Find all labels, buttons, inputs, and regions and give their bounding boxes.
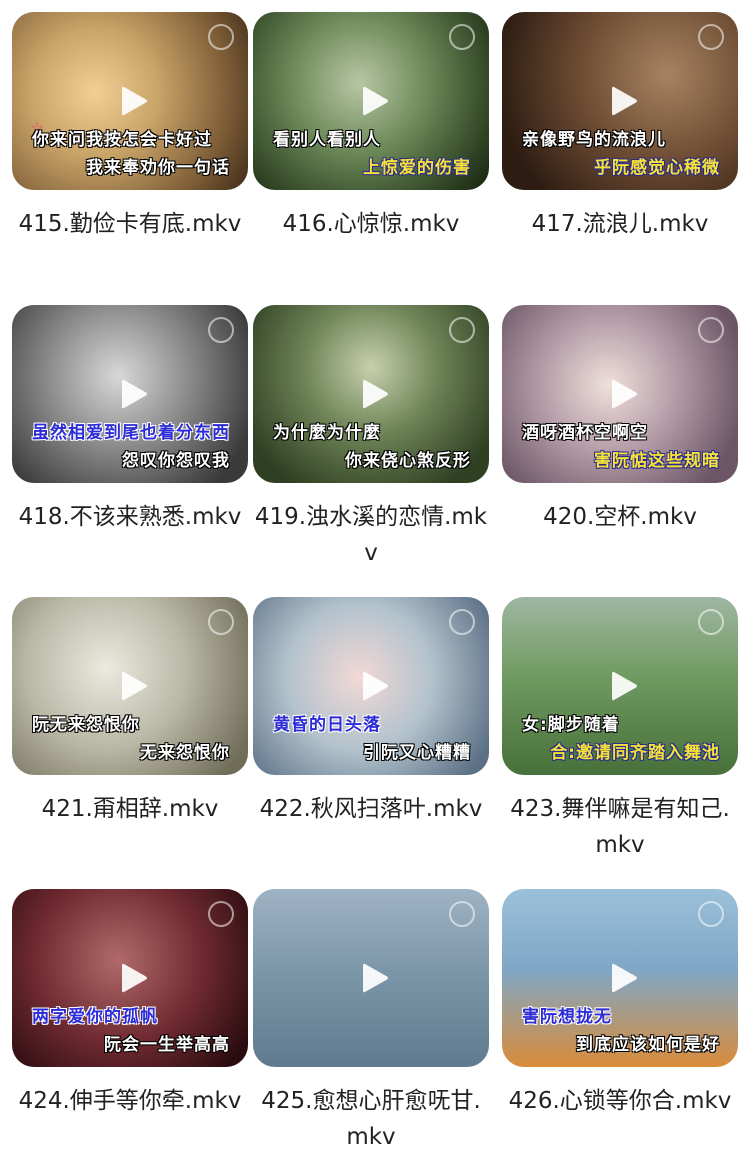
subtitle-line-2: 害阮惦这些规暗	[594, 451, 720, 471]
subtitle-line-2: 阮会一生举高高	[104, 1035, 230, 1055]
play-icon[interactable]	[357, 83, 393, 119]
video-title[interactable]: 426.心锁等你合.mkv	[502, 1083, 738, 1119]
circle-icon	[449, 24, 475, 50]
video-grid: ☆ 你来问我按怎会卡好过 我来奉劝你一句话 415.勤俭卡有底.mkv 看别人看别人 上惊…	[0, 0, 750, 1158]
video-title[interactable]: 417.流浪儿.mkv	[502, 206, 738, 242]
video-title[interactable]: 422.秋风扫落叶.mkv	[253, 791, 489, 827]
subtitle-line-1: 黄昏的日头落	[273, 715, 381, 735]
video-title[interactable]: 416.心惊惊.mkv	[253, 206, 489, 242]
circle-icon	[698, 24, 724, 50]
play-icon[interactable]	[116, 960, 152, 996]
play-icon[interactable]	[606, 960, 642, 996]
play-icon[interactable]	[357, 668, 393, 704]
video-thumbnail[interactable]: 女:脚步随着合:邀请同齐踏入舞池	[502, 597, 738, 775]
video-title[interactable]: 423.舞伴嘛是有知己.mkv	[502, 791, 738, 863]
subtitle-line-1: 虽然相爱到尾也着分东西	[32, 423, 230, 443]
video-thumbnail[interactable]: 为什麼为什麼你来侥心煞反形	[253, 305, 489, 483]
play-icon[interactable]	[606, 83, 642, 119]
circle-icon	[698, 609, 724, 635]
circle-icon	[208, 901, 234, 927]
video-thumbnail[interactable]: 阮无来怨恨你 无来怨恨你	[12, 597, 248, 775]
video-title[interactable]: 419.浊水溪的恋情.mkv	[253, 499, 489, 571]
video-title[interactable]: 420.空杯.mkv	[502, 499, 738, 535]
subtitle-line-2: 到底应该如何是好	[576, 1035, 720, 1055]
subtitle-line-1: 你来问我按怎会卡好过	[32, 130, 212, 150]
subtitle-line-1: 阮无来怨恨你	[32, 715, 140, 735]
subtitle-line-2: 乎阮感觉心稀微	[594, 158, 720, 178]
subtitle-line-2: 我来奉劝你一句话	[86, 158, 230, 178]
video-title[interactable]: 421.甭相辞.mkv	[12, 791, 248, 827]
subtitle-line-1: 两字爱你的孤帆	[32, 1007, 158, 1027]
circle-icon	[208, 609, 234, 635]
subtitle-line-2: 合:邀请同齐踏入舞池	[550, 743, 720, 763]
circle-icon	[698, 901, 724, 927]
video-thumbnail[interactable]	[253, 889, 489, 1067]
play-icon[interactable]	[116, 83, 152, 119]
circle-icon	[449, 609, 475, 635]
subtitle-line-1: 酒呀酒杯空啊空	[522, 423, 648, 443]
subtitle-line-2: 怨叹你怨叹我	[122, 451, 230, 471]
circle-icon	[698, 317, 724, 343]
play-icon[interactable]	[606, 376, 642, 412]
video-thumbnail[interactable]: 亲像野鸟的流浪儿乎阮感觉心稀微	[502, 12, 738, 190]
play-icon[interactable]	[357, 960, 393, 996]
subtitle-line-1: 看别人看别人	[273, 130, 381, 150]
play-icon[interactable]	[606, 668, 642, 704]
subtitle-line-1: 为什麼为什麼	[273, 423, 381, 443]
circle-icon	[449, 317, 475, 343]
video-title[interactable]: 424.伸手等你牵.mkv	[12, 1083, 248, 1119]
video-thumbnail[interactable]: 害阮想拢无到底应该如何是好	[502, 889, 738, 1067]
video-title[interactable]: 418.不该来熟悉.mkv	[12, 499, 248, 535]
circle-icon	[449, 901, 475, 927]
video-title[interactable]: 425.愈想心肝愈呒甘.mkv	[253, 1083, 489, 1155]
subtitle-line-2: 无来怨恨你	[140, 743, 230, 763]
video-thumbnail[interactable]: 黄昏的日头落引阮又心糟糟	[253, 597, 489, 775]
subtitle-line-2: 上惊爱的伤害	[363, 158, 471, 178]
play-icon[interactable]	[357, 376, 393, 412]
video-thumbnail[interactable]: ☆ 你来问我按怎会卡好过 我来奉劝你一句话	[12, 12, 248, 190]
subtitle-line-2: 你来侥心煞反形	[345, 451, 471, 471]
subtitle-line-1: 女:脚步随着	[522, 715, 620, 735]
circle-icon	[208, 24, 234, 50]
video-thumbnail[interactable]: 酒呀酒杯空啊空害阮惦这些规暗	[502, 305, 738, 483]
video-thumbnail[interactable]: 看别人看别人上惊爱的伤害	[253, 12, 489, 190]
video-thumbnail[interactable]: 虽然相爱到尾也着分东西怨叹你怨叹我	[12, 305, 248, 483]
video-title[interactable]: 415.勤俭卡有底.mkv	[12, 206, 248, 242]
play-icon[interactable]	[116, 376, 152, 412]
subtitle-line-1: 亲像野鸟的流浪儿	[522, 130, 666, 150]
video-thumbnail[interactable]: 两字爱你的孤帆阮会一生举高高	[12, 889, 248, 1067]
circle-icon	[208, 317, 234, 343]
play-icon[interactable]	[116, 668, 152, 704]
subtitle-line-1: 害阮想拢无	[522, 1007, 612, 1027]
subtitle-line-2: 引阮又心糟糟	[363, 743, 471, 763]
